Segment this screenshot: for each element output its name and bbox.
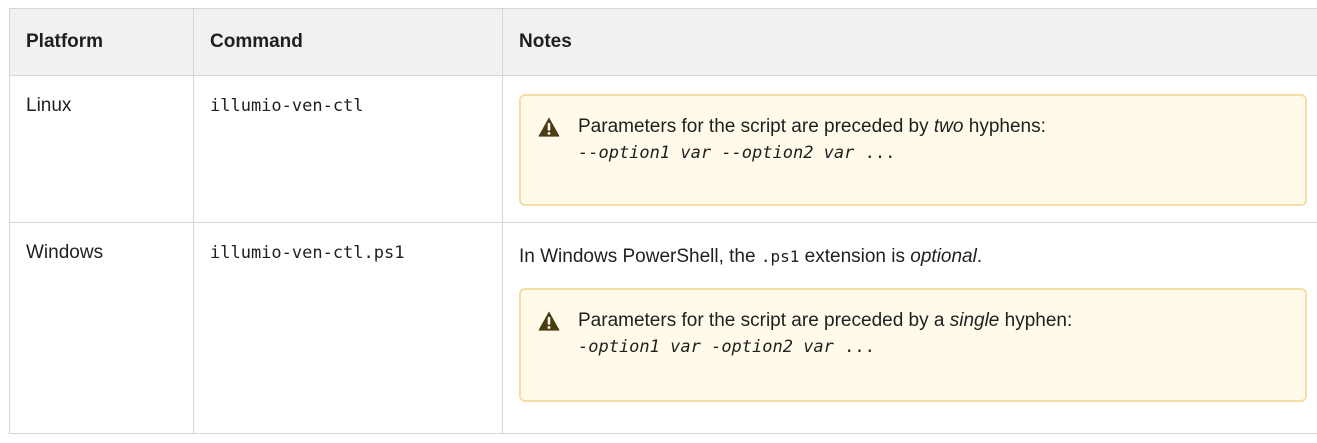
command-cell: illumio-ven-ctl.ps1 bbox=[193, 222, 503, 434]
header-command: Command bbox=[193, 8, 503, 76]
warning-emphasis: two bbox=[933, 116, 964, 137]
options-ellipsis: ... bbox=[844, 337, 875, 357]
command-cell: illumio-ven-ctl bbox=[193, 75, 503, 223]
option1-example: --option1 var bbox=[578, 143, 712, 163]
warning-text-start: Parameters for the script are preceded b… bbox=[578, 116, 934, 137]
command-code: illumio-ven-ctl.ps1 bbox=[210, 243, 405, 263]
platform-label: Linux bbox=[26, 95, 72, 116]
warning-text-end: hyphen: bbox=[999, 310, 1073, 331]
warning-text: Parameters for the script are preceded b… bbox=[578, 307, 1072, 361]
table-header-row: Platform Command Notes bbox=[9, 8, 1317, 76]
header-platform: Platform bbox=[9, 8, 194, 76]
note-text-end: . bbox=[976, 246, 983, 267]
table-row: Linux illumio-ven-ctl Parameters for the… bbox=[9, 75, 1317, 223]
note-text-start: In Windows PowerShell, the bbox=[519, 246, 761, 267]
options-example: --option1 var --option2 var ... bbox=[578, 140, 1046, 167]
platform-cell: Linux bbox=[9, 75, 194, 223]
note-emphasis: optional bbox=[910, 246, 977, 267]
warning-text: Parameters for the script are preceded b… bbox=[578, 113, 1046, 167]
notes-cell: In Windows PowerShell, the .ps1 extensio… bbox=[502, 222, 1317, 434]
warning-icon bbox=[538, 117, 560, 137]
platform-cell: Windows bbox=[9, 222, 194, 434]
option2-example: -option2 var bbox=[711, 337, 834, 357]
warning-emphasis: single bbox=[949, 310, 1000, 331]
options-example: -option1 var -option2 var ... bbox=[578, 334, 1072, 361]
notes-cell: Parameters for the script are preceded b… bbox=[502, 75, 1317, 223]
warning-text-start: Parameters for the script are preceded b… bbox=[578, 310, 950, 331]
warning-text-end: hyphens: bbox=[963, 116, 1046, 137]
note-text-mid: extension is bbox=[799, 246, 911, 267]
header-notes: Notes bbox=[502, 8, 1317, 76]
option2-example: --option2 var bbox=[721, 143, 855, 163]
warning-callout: Parameters for the script are preceded b… bbox=[519, 288, 1307, 402]
command-code: illumio-ven-ctl bbox=[210, 96, 364, 116]
options-ellipsis: ... bbox=[864, 143, 896, 163]
platform-command-table: Platform Command Notes Linux illumio-ven… bbox=[9, 8, 1317, 434]
table-row: Windows illumio-ven-ctl.ps1 In Windows P… bbox=[9, 222, 1317, 434]
warning-icon bbox=[538, 311, 560, 331]
warning-callout: Parameters for the script are preceded b… bbox=[519, 94, 1307, 206]
option1-example: -option1 var bbox=[578, 337, 701, 357]
powershell-note: In Windows PowerShell, the .ps1 extensio… bbox=[519, 223, 1305, 270]
platform-label: Windows bbox=[26, 242, 104, 263]
extension-code: .ps1 bbox=[760, 247, 800, 266]
